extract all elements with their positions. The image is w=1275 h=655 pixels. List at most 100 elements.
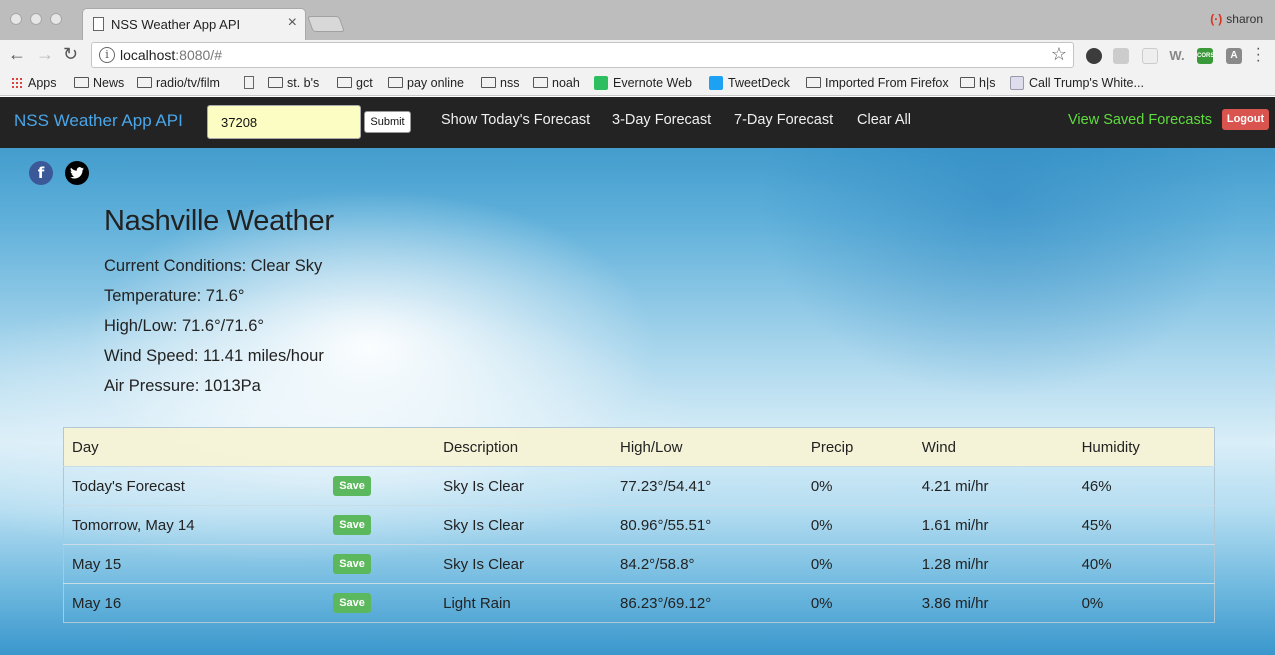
folder-icon bbox=[268, 77, 283, 88]
cell-day: May 15 bbox=[72, 555, 122, 573]
forecast-table: Day Description High/Low Precip Wind Hum… bbox=[63, 427, 1215, 623]
address-bar[interactable]: i localhost:8080/# ☆ bbox=[91, 42, 1074, 68]
url-text[interactable]: localhost:8080/# bbox=[120, 47, 222, 63]
page-content: NSS Weather App API Submit Show Today's … bbox=[0, 97, 1275, 655]
cell-description: Sky Is Clear bbox=[443, 516, 524, 534]
table-header-row: Day Description High/Low Precip Wind Hum… bbox=[63, 427, 1215, 467]
cell-wind: 1.61 mi/hr bbox=[921, 516, 989, 534]
page-icon bbox=[93, 17, 104, 31]
bookmark-evernote-web[interactable]: Evernote Web bbox=[594, 76, 692, 90]
header-day: Day bbox=[72, 438, 99, 456]
app-brand[interactable]: NSS Weather App API bbox=[14, 111, 183, 131]
header-high-low: High/Low bbox=[619, 438, 683, 456]
info-icon[interactable]: i bbox=[99, 47, 115, 63]
apps-grid-icon bbox=[11, 77, 23, 89]
save-button[interactable]: Save bbox=[333, 554, 371, 574]
cell-description: Sky Is Clear bbox=[443, 477, 524, 495]
new-tab-button[interactable] bbox=[307, 16, 345, 32]
logout-button[interactable]: Logout bbox=[1222, 109, 1269, 130]
current-wind-speed: Wind Speed: 11.41 miles/hour bbox=[104, 347, 324, 365]
save-button[interactable]: Save bbox=[333, 476, 371, 496]
folder-icon bbox=[960, 77, 975, 88]
back-arrow-icon[interactable]: ← bbox=[8, 44, 26, 65]
profile-icon: (·) bbox=[1210, 12, 1223, 26]
submit-button[interactable]: Submit bbox=[364, 111, 411, 133]
bookmark-hs[interactable]: h|s bbox=[960, 76, 995, 90]
twitter-icon[interactable] bbox=[65, 161, 89, 185]
minimize-window-button[interactable] bbox=[30, 13, 42, 25]
evernote-icon bbox=[594, 76, 608, 90]
angular-extension-icon[interactable]: A bbox=[1226, 48, 1242, 64]
folder-icon bbox=[481, 77, 496, 88]
bookmark-nss[interactable]: nss bbox=[481, 76, 519, 90]
folder-icon bbox=[137, 77, 152, 88]
cell-wind: 3.86 mi/hr bbox=[921, 594, 989, 612]
folder-icon bbox=[388, 77, 403, 88]
tab-close-icon[interactable]: × bbox=[288, 14, 297, 32]
folder-icon bbox=[806, 77, 821, 88]
cell-wind: 4.21 mi/hr bbox=[921, 477, 989, 495]
bookmark-st-bs[interactable]: st. b's bbox=[268, 76, 319, 90]
save-button[interactable]: Save bbox=[333, 515, 371, 535]
facebook-icon[interactable]: f bbox=[29, 161, 53, 185]
folder-icon bbox=[533, 77, 548, 88]
bookmark-noah[interactable]: noah bbox=[533, 76, 580, 90]
cell-precip: 0% bbox=[810, 555, 833, 573]
bookmark-page[interactable] bbox=[244, 76, 254, 90]
cell-day: Today's Forecast bbox=[72, 477, 185, 495]
zip-input[interactable] bbox=[207, 105, 361, 139]
extension-icon[interactable] bbox=[1113, 48, 1129, 64]
profile-name: sharon bbox=[1226, 12, 1263, 26]
bookmark-imported-from-firefox[interactable]: Imported From Firefox bbox=[806, 76, 949, 90]
cell-high-low: 84.2°/58.8° bbox=[619, 555, 695, 573]
save-button[interactable]: Save bbox=[333, 593, 371, 613]
browser-tab-active[interactable]: NSS Weather App API × bbox=[82, 8, 306, 40]
cell-precip: 0% bbox=[810, 477, 833, 495]
zoom-window-button[interactable] bbox=[50, 13, 62, 25]
bookmark-news[interactable]: News bbox=[74, 76, 124, 90]
profile-button[interactable]: (·) sharon bbox=[1210, 12, 1263, 26]
reload-icon[interactable]: ↻ bbox=[63, 44, 78, 65]
w-extension-icon[interactable]: W. bbox=[1169, 48, 1185, 64]
cell-humidity: 40% bbox=[1081, 555, 1112, 573]
cell-high-low: 77.23°/54.41° bbox=[619, 477, 712, 495]
tab-title: NSS Weather App API bbox=[111, 17, 241, 32]
extension-blank-icon[interactable] bbox=[1142, 48, 1158, 64]
header-humidity: Humidity bbox=[1081, 438, 1140, 456]
bookmark-gct[interactable]: gct bbox=[337, 76, 373, 90]
header-wind: Wind bbox=[921, 438, 956, 456]
bookmark-apps[interactable]: Apps bbox=[11, 76, 57, 90]
app-navbar: NSS Weather App API Submit Show Today's … bbox=[0, 97, 1275, 148]
close-window-button[interactable] bbox=[10, 13, 22, 25]
seven-day-forecast-link[interactable]: 7-Day Forecast bbox=[734, 112, 833, 128]
cell-day: May 16 bbox=[72, 594, 122, 612]
cell-day: Tomorrow, May 14 bbox=[72, 516, 195, 534]
cell-description: Light Rain bbox=[443, 594, 511, 612]
table-row: Today's Forecast Save Sky Is Clear 77.23… bbox=[63, 466, 1215, 506]
current-high-low: High/Low: 71.6°/71.6° bbox=[104, 317, 264, 335]
browser-menu-icon[interactable]: · · · bbox=[1256, 41, 1261, 69]
cors-extension-icon[interactable]: CORS bbox=[1197, 48, 1214, 64]
bookmark-star-icon[interactable]: ☆ bbox=[1051, 44, 1067, 65]
bookmark-call-trump[interactable]: Call Trump's White... bbox=[1010, 76, 1144, 90]
evernote-extension-icon[interactable] bbox=[1086, 48, 1102, 64]
bookmark-tweetdeck[interactable]: TweetDeck bbox=[709, 76, 790, 90]
bookmark-pay-online[interactable]: pay online bbox=[388, 76, 464, 90]
current-air-pressure: Air Pressure: 1013Pa bbox=[104, 377, 261, 395]
whitehouse-icon bbox=[1010, 76, 1024, 90]
header-precip: Precip bbox=[810, 438, 854, 456]
cell-precip: 0% bbox=[810, 594, 833, 612]
cell-humidity: 45% bbox=[1081, 516, 1112, 534]
current-weather: Nashville Weather Current Conditions: Cl… bbox=[104, 205, 334, 407]
page-icon bbox=[244, 76, 254, 89]
table-row: Tomorrow, May 14 Save Sky Is Clear 80.96… bbox=[63, 505, 1215, 545]
bookmark-radio-tv-film[interactable]: radio/tv/film bbox=[137, 76, 220, 90]
view-saved-forecasts-link[interactable]: View Saved Forecasts bbox=[1068, 112, 1212, 128]
browser-tab-bar: NSS Weather App API × (·) sharon bbox=[0, 0, 1275, 40]
browser-toolbar: ← → ↻ i localhost:8080/# ☆ W. CORS A · · · bbox=[0, 40, 1275, 71]
show-todays-forecast-link[interactable]: Show Today's Forecast bbox=[441, 112, 590, 128]
twitter-bird-icon bbox=[70, 167, 84, 179]
three-day-forecast-link[interactable]: 3-Day Forecast bbox=[612, 112, 711, 128]
forward-arrow-icon[interactable]: → bbox=[36, 44, 54, 65]
clear-all-link[interactable]: Clear All bbox=[857, 112, 911, 128]
